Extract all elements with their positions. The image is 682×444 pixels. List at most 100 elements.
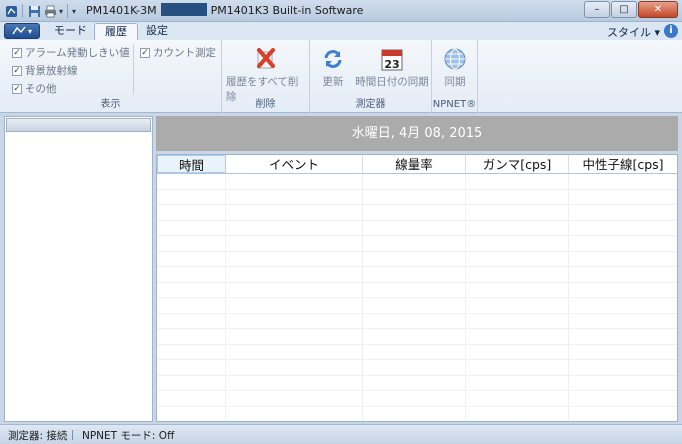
close-button[interactable]: ✕ bbox=[638, 1, 678, 18]
column-header-dose-rate[interactable]: 線量率 bbox=[363, 155, 466, 173]
minimize-button[interactable]: – bbox=[584, 1, 610, 18]
calendar-icon: 23 bbox=[381, 49, 403, 71]
table-cell bbox=[569, 391, 677, 406]
table-cell bbox=[466, 251, 569, 266]
table-cell bbox=[226, 375, 363, 390]
table-row bbox=[157, 391, 677, 407]
app-menu-button[interactable]: ▾ bbox=[4, 23, 40, 39]
app-menu-icon bbox=[12, 26, 26, 35]
table-row bbox=[157, 375, 677, 391]
table-cell bbox=[569, 190, 677, 205]
column-header-neutron[interactable]: 中性子線[cps] bbox=[569, 155, 677, 173]
table-cell bbox=[363, 329, 466, 344]
refresh-button[interactable]: 更新 bbox=[316, 46, 350, 89]
npnet-sync-button[interactable]: 同期 bbox=[438, 46, 472, 89]
table-cell bbox=[363, 251, 466, 266]
history-table[interactable]: 時間 イベント 線量率 ガンマ[cps] 中性子線[cps] bbox=[156, 154, 678, 422]
table-cell bbox=[226, 344, 363, 359]
title-bar: ▾ ▾ PM1401K-3M PM1401K3 Built-in Software… bbox=[0, 0, 682, 22]
column-header-time[interactable]: 時間 bbox=[157, 155, 226, 173]
table-cell bbox=[363, 220, 466, 235]
group-npnet: 同期 NPNET® bbox=[432, 40, 478, 113]
table-row bbox=[157, 189, 677, 205]
table-cell bbox=[569, 205, 677, 220]
app-icon bbox=[4, 4, 18, 18]
group-label-instrument: 測定器 bbox=[355, 99, 386, 110]
print-icon[interactable] bbox=[43, 4, 57, 18]
checkbox-icon: ✓ bbox=[12, 65, 22, 76]
tab-history[interactable]: 履歴 bbox=[94, 23, 138, 40]
table-cell bbox=[157, 344, 226, 359]
calendar-day: 23 bbox=[384, 58, 399, 71]
table-cell bbox=[466, 174, 569, 189]
table-cell bbox=[226, 360, 363, 375]
window-controls: – □ ✕ bbox=[584, 1, 678, 18]
table-row bbox=[157, 282, 677, 298]
column-header-event[interactable]: イベント bbox=[226, 155, 363, 173]
table-cell bbox=[226, 251, 363, 266]
checkbox-background-radiation[interactable]: ✓ 背景放射線 bbox=[12, 63, 78, 78]
date-list-pane[interactable] bbox=[4, 116, 153, 422]
table-cell bbox=[363, 375, 466, 390]
table-cell bbox=[157, 313, 226, 328]
table-cell bbox=[157, 220, 226, 235]
customize-qat-icon[interactable]: ▾ bbox=[72, 7, 76, 16]
table-cell bbox=[569, 283, 677, 298]
table-cell bbox=[466, 375, 569, 390]
table-cell bbox=[157, 329, 226, 344]
globe-icon bbox=[444, 48, 466, 70]
table-cell bbox=[226, 267, 363, 282]
status-divider bbox=[72, 430, 73, 440]
table-row bbox=[157, 406, 677, 421]
table-cell bbox=[569, 267, 677, 282]
table-cell bbox=[569, 174, 677, 189]
table-cell bbox=[466, 313, 569, 328]
table-row bbox=[157, 329, 677, 345]
table-cell bbox=[226, 236, 363, 251]
help-icon[interactable]: i bbox=[664, 24, 678, 38]
group-label-delete: 削除 bbox=[255, 99, 276, 110]
table-row bbox=[157, 313, 677, 329]
redacted-serial bbox=[160, 3, 207, 16]
table-cell bbox=[363, 189, 466, 204]
device-name: PM1401K-3M bbox=[86, 4, 157, 17]
sync-time-date-button[interactable]: 23 時間日付の同期 bbox=[354, 46, 430, 89]
table-cell bbox=[157, 267, 226, 282]
table-cell bbox=[466, 406, 569, 421]
chevron-down-icon: ▾ bbox=[27, 26, 32, 36]
table-cell bbox=[569, 298, 677, 313]
npnet-mode-status: NPNET モード: Off bbox=[82, 430, 175, 442]
tab-settings[interactable]: 設定 bbox=[136, 23, 178, 40]
table-row bbox=[157, 251, 677, 267]
table-row bbox=[157, 267, 677, 283]
checkbox-other[interactable]: ✓ その他 bbox=[12, 81, 57, 96]
table-cell bbox=[569, 236, 677, 251]
table-cell bbox=[363, 344, 466, 359]
save-icon[interactable] bbox=[27, 4, 41, 18]
table-cell bbox=[157, 360, 226, 375]
column-header-gamma[interactable]: ガンマ[cps] bbox=[466, 155, 569, 173]
style-menu[interactable]: スタイル ▾ bbox=[607, 24, 660, 40]
group-display: ✓ アラーム発動しきい値 ✓ 背景放射線 ✓ その他 ✓ カウント測定 表示 bbox=[0, 40, 222, 113]
table-cell bbox=[157, 298, 226, 313]
delete-icon bbox=[257, 48, 275, 69]
table-cell bbox=[363, 267, 466, 282]
table-row bbox=[157, 205, 677, 221]
table-cell bbox=[157, 406, 226, 421]
chevron-down-icon[interactable]: ▾ bbox=[59, 7, 63, 16]
checkbox-count-measurement[interactable]: ✓ カウント測定 bbox=[140, 45, 216, 60]
table-row bbox=[157, 298, 677, 314]
tab-mode[interactable]: モード bbox=[44, 23, 97, 40]
checkbox-icon: ✓ bbox=[12, 83, 22, 94]
selected-date-banner: 水曜日, 4月 08, 2015 bbox=[156, 116, 678, 151]
checkbox-alarm-threshold[interactable]: ✓ アラーム発動しきい値 bbox=[12, 45, 130, 60]
table-cell bbox=[466, 205, 569, 220]
table-cell bbox=[226, 189, 363, 204]
table-row bbox=[157, 360, 677, 376]
ribbon-tabs: ▾ モード 履歴 設定 スタイル ▾ i bbox=[0, 22, 682, 40]
table-cell bbox=[226, 313, 363, 328]
table-cell bbox=[466, 282, 569, 297]
table-cell bbox=[157, 189, 226, 204]
table-cell bbox=[157, 205, 226, 220]
maximize-button[interactable]: □ bbox=[611, 1, 637, 18]
